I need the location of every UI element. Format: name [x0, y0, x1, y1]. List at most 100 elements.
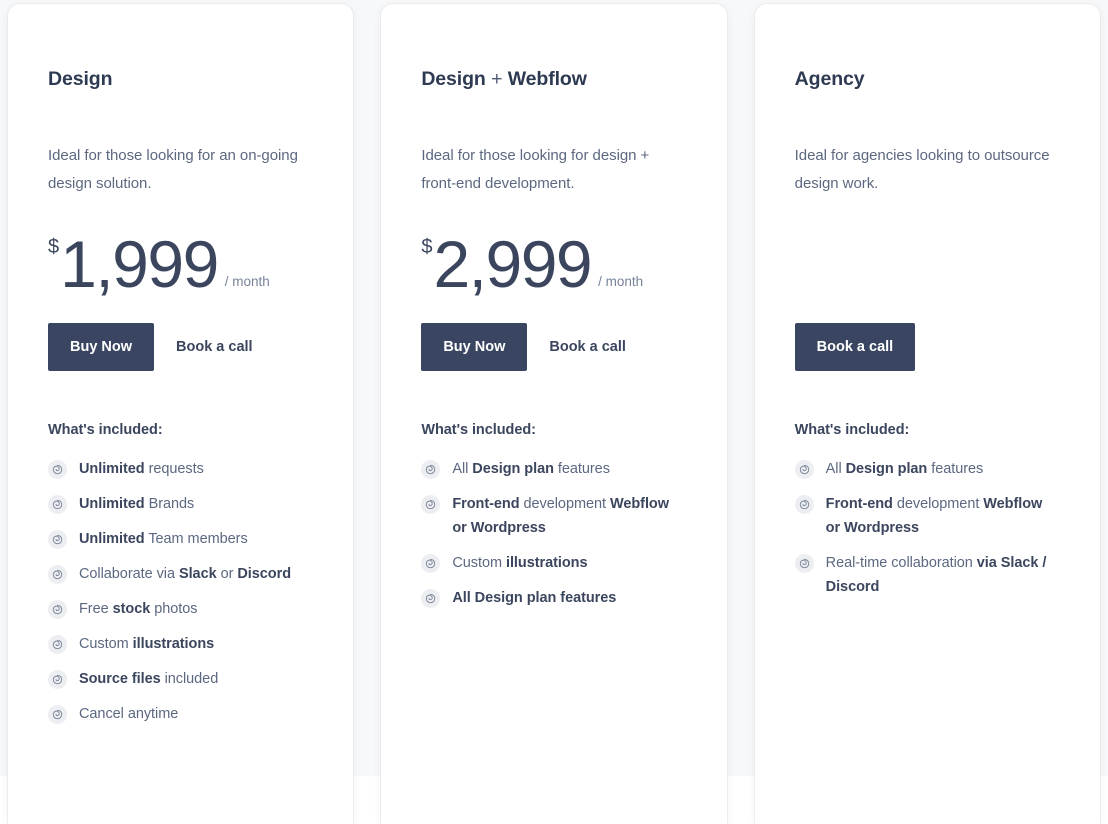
spiral-icon [48, 705, 67, 725]
spiral-icon [421, 589, 441, 609]
feature-plain: Cancel anytime [79, 706, 179, 723]
plan-actions: Buy Now Book a call [48, 323, 313, 372]
feature-plain: Real-time collaboration [825, 555, 977, 572]
feature-plain: Collaborate via [79, 566, 179, 583]
feature-text: Unlimited Team members [79, 527, 248, 551]
plan-name-secondary: Webflow [507, 68, 587, 90]
feature-list-item: All Design plan features [421, 457, 686, 481]
whats-included-label: What's included: [794, 422, 910, 439]
feature-list-item: Front-end development Webflow or Wordpre… [794, 492, 1060, 540]
feature-emphasis: Slack [178, 566, 217, 583]
feature-plain: included [160, 671, 219, 688]
feature-text: Cancel anytime [79, 702, 178, 726]
plan-actions: Buy Now Book a call [421, 323, 686, 372]
feature-emphasis: Unlimited [79, 531, 145, 548]
plan-price [795, 227, 1060, 295]
feature-text: Source files included [79, 667, 218, 691]
price-currency: $ [48, 236, 60, 259]
whats-included-label: What's included: [48, 422, 163, 439]
feature-list: All Design plan features Front-end develo… [421, 457, 686, 610]
feature-text: Custom illustrations [79, 632, 214, 656]
spiral-icon [48, 635, 67, 655]
book-a-call-link[interactable]: Book a call [154, 323, 275, 371]
spiral-icon [421, 460, 441, 480]
feature-plain: features [553, 461, 610, 478]
feature-text: Real-time collaboration via Slack / Disc… [826, 551, 1050, 599]
feature-text: All Design plan features [826, 457, 984, 481]
price-amount: 2,999 [433, 226, 592, 301]
book-a-call-button[interactable]: Book a call [794, 323, 916, 372]
feature-list-item: Free stock photos [48, 597, 313, 621]
feature-list-item: Unlimited requests [48, 457, 313, 481]
plan-description: Ideal for agencies looking to outsource … [794, 147, 1050, 193]
feature-list-item: Cancel anytime [48, 702, 313, 726]
spiral-icon [794, 495, 814, 515]
feature-emphasis: Discord [237, 566, 291, 583]
feature-plain: Custom [79, 636, 133, 653]
feature-emphasis: Design plan [472, 461, 554, 478]
feature-list-item: Unlimited Team members [48, 527, 313, 551]
feature-emphasis: All Design plan features [452, 590, 617, 607]
feature-emphasis: Source files [79, 671, 161, 688]
spiral-icon [48, 530, 67, 550]
spiral-icon [421, 495, 441, 515]
feature-text: Unlimited requests [79, 457, 204, 481]
feature-text: Free stock photos [79, 597, 198, 621]
feature-text: Unlimited Brands [79, 492, 194, 516]
spiral-icon [48, 670, 67, 690]
spiral-icon [48, 460, 67, 480]
plan-price: $2,999 / month [421, 226, 686, 301]
plan-name-plus: + [485, 68, 508, 90]
feature-plain: Custom [452, 555, 506, 572]
plan-name-main: Agency [794, 68, 865, 90]
feature-text: All Design plan features [452, 457, 610, 481]
feature-plain: Brands [144, 496, 195, 513]
plan-name: Agency [795, 68, 1060, 91]
whats-included-label: What's included: [421, 422, 536, 439]
feature-plain: requests [144, 461, 204, 478]
feature-list-item: Collaborate via Slack or Discord [48, 562, 313, 586]
feature-plain: features [927, 461, 984, 478]
price-amount: 1,999 [60, 226, 219, 301]
feature-plain: All [452, 461, 473, 478]
feature-list-item: Source files included [48, 667, 313, 691]
price-period: / month [224, 274, 270, 290]
feature-list-item: Custom illustrations [421, 551, 686, 575]
feature-emphasis: Front-end [452, 496, 520, 513]
price-currency: $ [421, 236, 433, 259]
feature-plain: development [892, 496, 984, 513]
feature-plain: development [519, 496, 610, 513]
plan-actions: Book a call [794, 323, 1060, 372]
feature-emphasis: stock [112, 601, 151, 618]
spiral-icon [48, 495, 67, 515]
feature-list-item: All Design plan features [421, 586, 686, 610]
spiral-icon [794, 460, 814, 480]
feature-emphasis: illustrations [132, 636, 215, 653]
pricing-card: Agency Ideal for agencies looking to outs… [754, 4, 1100, 824]
feature-list-item: Real-time collaboration via Slack / Disc… [794, 551, 1060, 599]
feature-list-item: All Design plan features [794, 457, 1060, 481]
feature-emphasis: Unlimited [79, 461, 145, 478]
feature-list-item: Unlimited Brands [48, 492, 313, 516]
spiral-icon [421, 554, 441, 574]
feature-list: All Design plan features Front-end develo… [794, 457, 1060, 599]
book-a-call-link[interactable]: Book a call [527, 323, 648, 371]
buy-now-button[interactable]: Buy Now [421, 323, 528, 372]
plan-name-main: Design [48, 68, 113, 90]
spiral-icon [794, 554, 814, 574]
feature-plain: Free [79, 601, 113, 618]
feature-list-item: Front-end development Webflow or Wordpre… [421, 492, 686, 540]
spiral-icon [48, 565, 67, 585]
feature-plain: All [825, 461, 846, 478]
feature-text: Custom illustrations [452, 551, 587, 575]
buy-now-button[interactable]: Buy Now [48, 323, 155, 372]
feature-emphasis: Front-end [825, 496, 893, 513]
plan-description: Ideal for those looking for an on-going … [48, 147, 298, 193]
feature-emphasis: Unlimited [79, 496, 145, 513]
feature-text: Collaborate via Slack or Discord [79, 562, 291, 586]
pricing-card: Design Ideal for those looking for an on-… [8, 4, 354, 824]
plan-name: Design + Webflow [421, 68, 686, 91]
feature-emphasis: illustrations [505, 555, 588, 572]
feature-plain: Team members [144, 531, 248, 548]
feature-list-item: Custom illustrations [48, 632, 313, 656]
